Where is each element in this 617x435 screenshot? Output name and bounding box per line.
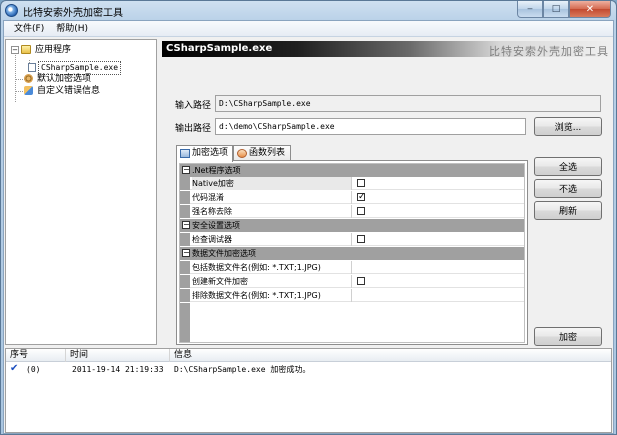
refresh-button[interactable]: 刷新 <box>534 201 602 220</box>
output-path-label: 输出路径 <box>175 124 212 134</box>
minimize-icon: ‒ <box>527 4 533 14</box>
tree-item-default-options[interactable]: 默认加密选项 <box>22 73 93 85</box>
error-message-icon <box>24 86 33 95</box>
prop-exclude-files[interactable]: 排除数据文件名(例如: *.TXT;1.JPG) <box>180 289 524 302</box>
prop-label: 包括数据文件名(例如: *.TXT;1.JPG) <box>192 261 352 274</box>
grid-margin <box>180 303 190 342</box>
maximize-button[interactable]: □ <box>543 1 569 18</box>
grid-margin <box>180 205 190 218</box>
title-bar[interactable]: 比特安索外壳加密工具 ‒ □ ✕ <box>1 1 616 20</box>
prop-create-new[interactable]: 创建新文件加密 <box>180 275 524 288</box>
close-icon: ✕ <box>585 3 595 15</box>
tree-item-exe[interactable]: CSharpSample.exe <box>26 61 122 75</box>
maximize-icon: □ <box>551 4 561 14</box>
category-security[interactable]: − 安全设置选项 <box>180 219 524 232</box>
window-title: 比特安索外壳加密工具 <box>23 8 123 19</box>
prop-label: 强名称去除 <box>192 205 352 218</box>
folder-icon <box>21 45 31 54</box>
prop-include-files[interactable]: 包括数据文件名(例如: *.TXT;1.JPG) <box>180 261 524 274</box>
create-new-checkbox[interactable] <box>357 277 365 285</box>
strong-name-checkbox[interactable] <box>357 207 365 215</box>
log-header: 序号 时间 信息 <box>6 349 611 362</box>
app-window: 比特安索外壳加密工具 ‒ □ ✕ 文件(F) 帮助(H) − 应用程序 CShar… <box>0 0 617 435</box>
prop-strong-name[interactable]: 强名称去除 <box>180 205 524 218</box>
header-brand: 比特安索外壳加密工具 <box>489 45 609 58</box>
tree-line <box>15 50 16 102</box>
prop-native[interactable]: Native加密 <box>180 177 524 190</box>
client-area: 文件(F) 帮助(H) − 应用程序 CSharpSample.exe 默认加密选… <box>3 20 614 434</box>
log-list[interactable]: 序号 时间 信息 ✔ (0) 2011-19-14 21:19:33 D:\CS… <box>5 348 612 433</box>
details-panel: CSharpSample.exe 比特安索外壳加密工具 输入路径 D:\CSha… <box>162 39 613 346</box>
category-label: .Net程序选项 <box>192 166 241 175</box>
grid-margin <box>180 191 190 204</box>
grid-margin <box>180 177 190 190</box>
prop-label: Native加密 <box>192 177 352 190</box>
tree-item-app[interactable]: − 应用程序 <box>11 44 73 56</box>
native-checkbox[interactable] <box>357 179 365 187</box>
prop-debugger[interactable]: 检查调试器 <box>180 233 524 246</box>
close-button[interactable]: ✕ <box>569 1 611 18</box>
header-bar: CSharpSample.exe 比特安索外壳加密工具 <box>162 41 613 58</box>
browse-button[interactable]: 浏览... <box>534 117 602 136</box>
success-check-icon: ✔ <box>10 363 19 374</box>
tree-label: 应用程序 <box>35 45 72 55</box>
prop-obfuscation[interactable]: 代码混淆 ✓ <box>180 191 524 204</box>
collapse-icon[interactable]: − <box>182 166 190 174</box>
tab-label: 加密选项 <box>192 148 229 158</box>
grid-margin <box>180 261 190 274</box>
tree-label: 默认加密选项 <box>37 74 92 84</box>
prop-label: 排除数据文件名(例如: *.TXT;1.JPG) <box>192 289 352 302</box>
select-none-button[interactable]: 不选 <box>534 179 602 198</box>
input-path-label: 输入路径 <box>175 101 212 111</box>
col-info[interactable]: 信息 <box>170 349 611 362</box>
grid-margin <box>180 233 190 246</box>
tab-function-list[interactable]: 函数列表 <box>233 145 291 161</box>
options-tab-icon <box>180 149 190 158</box>
collapse-icon[interactable]: − <box>182 249 190 257</box>
output-path-field[interactable]: d:\demo\CSharpSample.exe <box>215 118 526 135</box>
tree-label: 自定义错误信息 <box>37 86 101 96</box>
project-tree[interactable]: − 应用程序 CSharpSample.exe 默认加密选项 自定义错误信息 <box>5 39 157 345</box>
grid-margin <box>180 275 190 288</box>
col-time[interactable]: 时间 <box>66 349 170 362</box>
log-time: 2011-19-14 21:19:33 <box>72 365 164 374</box>
menu-bar: 文件(F) 帮助(H) <box>4 21 613 37</box>
file-icon <box>28 63 36 72</box>
grid-margin <box>180 289 190 302</box>
col-index[interactable]: 序号 <box>6 349 66 362</box>
window-controls: ‒ □ ✕ <box>517 1 611 18</box>
collapse-icon[interactable]: − <box>182 221 190 229</box>
select-all-button[interactable]: 全选 <box>534 157 602 176</box>
category-label: 安全设置选项 <box>192 221 240 230</box>
property-grid[interactable]: − .Net程序选项 Native加密 代码混淆 ✓ 强名称去除 − 安全设置选项 检… <box>179 163 525 343</box>
debugger-checkbox[interactable] <box>357 235 365 243</box>
log-message: D:\CSharpSample.exe 加密成功。 <box>174 365 311 374</box>
menu-help[interactable]: 帮助(H) <box>50 21 94 37</box>
category-label: 数据文件加密选项 <box>192 249 256 258</box>
log-row[interactable]: ✔ (0) 2011-19-14 21:19:33 D:\CSharpSampl… <box>6 363 611 376</box>
category-data-files[interactable]: − 数据文件加密选项 <box>180 247 524 260</box>
input-path-field[interactable]: D:\CSharpSample.exe <box>215 95 601 112</box>
header-title: CSharpSample.exe <box>166 43 273 54</box>
menu-file[interactable]: 文件(F) <box>8 21 50 37</box>
collapse-icon[interactable]: − <box>11 45 19 54</box>
obfuscation-checkbox[interactable]: ✓ <box>357 193 366 202</box>
app-icon <box>5 4 18 17</box>
prop-label: 创建新文件加密 <box>192 275 352 288</box>
minimize-button[interactable]: ‒ <box>517 1 543 18</box>
log-index: (0) <box>26 365 41 374</box>
prop-label: 代码混淆 <box>192 191 352 204</box>
category-net[interactable]: − .Net程序选项 <box>180 164 524 177</box>
gear-icon <box>24 74 33 83</box>
encrypt-options-panel: − .Net程序选项 Native加密 代码混淆 ✓ 强名称去除 − 安全设置选项 检… <box>176 160 528 345</box>
tab-encrypt-options[interactable]: 加密选项 <box>176 145 233 162</box>
prop-label: 检查调试器 <box>192 233 352 246</box>
function-tab-icon <box>237 149 247 158</box>
tree-item-custom-errors[interactable]: 自定义错误信息 <box>22 85 102 97</box>
encrypt-button[interactable]: 加密 <box>534 327 602 346</box>
tab-label: 函数列表 <box>249 148 286 158</box>
